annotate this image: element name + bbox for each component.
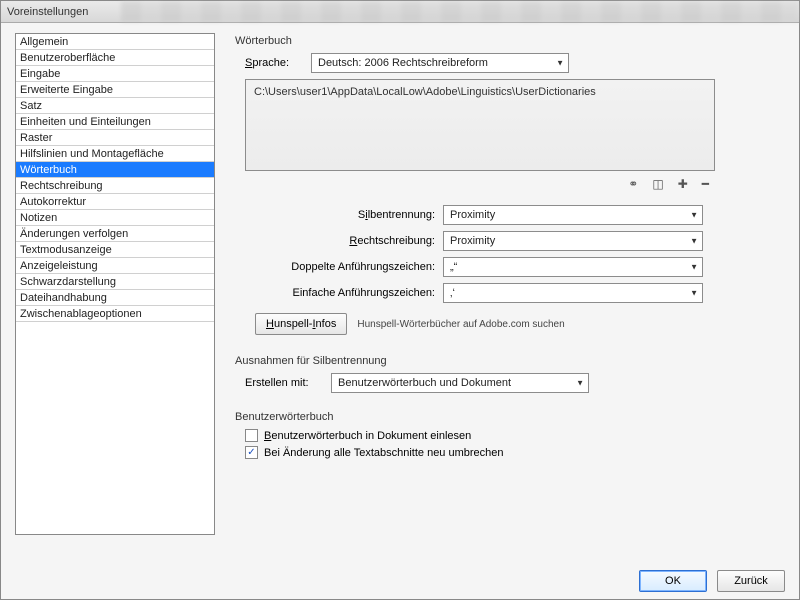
titlebar: Voreinstellungen [1, 1, 799, 23]
spelling-value: Proximity [450, 235, 495, 247]
language-dropdown[interactable]: Deutsch: 2006 Rechtschreibreform ▼ [311, 53, 569, 73]
chevron-down-icon: ▼ [576, 379, 584, 388]
chevron-down-icon: ▼ [690, 289, 698, 298]
hunspell-button-label: Hunspell-Infos [266, 318, 336, 330]
spelling-dropdown[interactable]: Proximity ▼ [443, 231, 703, 251]
single-quotes-dropdown[interactable]: ‚‘ ▼ [443, 283, 703, 303]
hyphenation-dropdown[interactable]: Proximity ▼ [443, 205, 703, 225]
sidebar-item-w-rterbuch[interactable]: Wörterbuch [16, 162, 214, 178]
section-dictionary-title: Wörterbuch [235, 35, 785, 47]
category-sidebar[interactable]: AllgemeinBenutzeroberflächeEingabeErweit… [15, 33, 215, 535]
sidebar-item-rechtschreibung[interactable]: Rechtschreibung [16, 178, 214, 194]
chevron-down-icon: ▼ [556, 59, 564, 68]
chevron-down-icon: ▼ [690, 263, 698, 272]
language-value: Deutsch: 2006 Rechtschreibreform [318, 57, 488, 69]
sidebar-item-raster[interactable]: Raster [16, 130, 214, 146]
link-icon[interactable]: ⚭ [628, 177, 638, 191]
merge-checkbox[interactable] [245, 429, 258, 442]
plus-icon[interactable]: ✚ [678, 177, 688, 191]
language-label: Sprache: [245, 57, 305, 69]
hunspell-text: Hunspell-Wörterbücher auf Adobe.com such… [357, 319, 564, 330]
sidebar-item-benutzeroberfl-che[interactable]: Benutzeroberfläche [16, 50, 214, 66]
double-quotes-dropdown[interactable]: „“ ▼ [443, 257, 703, 277]
sidebar-item-dateihandhabung[interactable]: Dateihandhabung [16, 290, 214, 306]
sidebar-item-eingabe[interactable]: Eingabe [16, 66, 214, 82]
back-label: Zurück [734, 575, 768, 587]
sidebar-item-satz[interactable]: Satz [16, 98, 214, 114]
single-quotes-label: Einfache Anführungszeichen: [255, 287, 435, 299]
chevron-down-icon: ▼ [690, 211, 698, 220]
recompose-checkbox[interactable]: ✓ [245, 446, 258, 459]
hunspell-info-button[interactable]: Hunspell-Infos [255, 313, 347, 335]
ok-button[interactable]: OK [639, 570, 707, 592]
dictionary-path-box: C:\Users\user1\AppData\LocalLow\Adobe\Li… [245, 79, 715, 171]
compose-value: Benutzerwörterbuch und Dokument [338, 377, 511, 389]
titlebar-blur [121, 1, 799, 22]
new-dict-icon[interactable]: ◫ [652, 177, 663, 191]
sidebar-item-anzeigeleistung[interactable]: Anzeigeleistung [16, 258, 214, 274]
window-title: Voreinstellungen [7, 6, 88, 18]
minus-icon[interactable]: ━ [702, 177, 709, 191]
dialog-footer: OK Zurück [1, 563, 799, 599]
section-user-dict-title: Benutzerwörterbuch [235, 411, 785, 423]
sidebar-item-hilfslinien-und-montagefl-che[interactable]: Hilfslinien und Montagefläche [16, 146, 214, 162]
dictionary-path-text: C:\Users\user1\AppData\LocalLow\Adobe\Li… [254, 86, 596, 98]
sidebar-item-zwischenablageoptionen[interactable]: Zwischenablageoptionen [16, 306, 214, 322]
double-quotes-label: Doppelte Anführungszeichen: [255, 261, 435, 273]
sidebar-item--nderungen-verfolgen[interactable]: Änderungen verfolgen [16, 226, 214, 242]
sidebar-item-textmodusanzeige[interactable]: Textmodusanzeige [16, 242, 214, 258]
sidebar-item-notizen[interactable]: Notizen [16, 210, 214, 226]
sidebar-item-schwarzdarstellung[interactable]: Schwarzdarstellung [16, 274, 214, 290]
ok-label: OK [665, 575, 681, 587]
merge-label: Benutzerwörterbuch in Dokument einlesen [264, 430, 471, 442]
spelling-label: Rechtschreibung: [255, 235, 435, 247]
hyphenation-label: Silbentrennung: [255, 209, 435, 221]
section-hyph-exceptions-title: Ausnahmen für Silbentrennung [235, 355, 785, 367]
compose-label: Erstellen mit: [245, 377, 325, 389]
sidebar-item-erweiterte-eingabe[interactable]: Erweiterte Eingabe [16, 82, 214, 98]
main-panel: Wörterbuch Sprache: Deutsch: 2006 Rechts… [235, 33, 785, 563]
sidebar-item-einheiten-und-einteilungen[interactable]: Einheiten und Einteilungen [16, 114, 214, 130]
single-quotes-value: ‚‘ [450, 287, 455, 299]
sidebar-item-autokorrektur[interactable]: Autokorrektur [16, 194, 214, 210]
merge-checkbox-row[interactable]: Benutzerwörterbuch in Dokument einlesen [245, 429, 785, 442]
hyphenation-value: Proximity [450, 209, 495, 221]
recompose-checkbox-row[interactable]: ✓ Bei Änderung alle Textabschnitte neu u… [245, 446, 785, 459]
sidebar-item-allgemein[interactable]: Allgemein [16, 34, 214, 50]
back-button[interactable]: Zurück [717, 570, 785, 592]
double-quotes-value: „“ [450, 261, 457, 273]
compose-dropdown[interactable]: Benutzerwörterbuch und Dokument ▼ [331, 373, 589, 393]
chevron-down-icon: ▼ [690, 237, 698, 246]
recompose-label: Bei Änderung alle Textabschnitte neu umb… [264, 447, 504, 459]
